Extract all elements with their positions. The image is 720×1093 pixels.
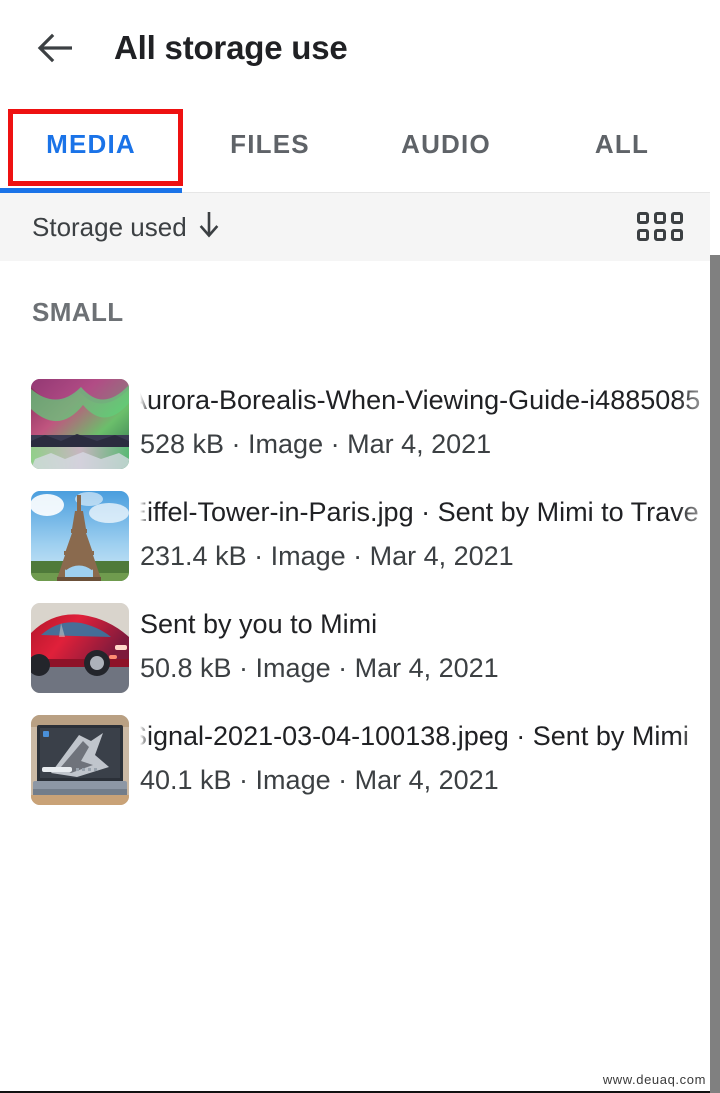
row-title-wrap: Sent by you to Mimi bbox=[140, 604, 710, 646]
back-button[interactable] bbox=[24, 16, 88, 80]
eiffel-tower-thumbnail bbox=[31, 491, 129, 581]
vertical-scrollbar[interactable] bbox=[710, 0, 720, 1093]
row-title: Signal-2021-03-04-100138.jpeg · Sent by … bbox=[140, 721, 689, 751]
grid-view-icon[interactable] bbox=[637, 209, 683, 243]
row-text: Aurora-Borealis-When-Viewing-Guide-i4885… bbox=[140, 378, 710, 470]
sort-button[interactable]: Storage used bbox=[32, 210, 219, 245]
grid-cell bbox=[654, 228, 666, 241]
grid-cell bbox=[654, 211, 666, 224]
tab-bar: MEDIA FILES AUDIO ALL bbox=[0, 96, 710, 192]
scrollbar-thumb[interactable] bbox=[710, 255, 720, 1093]
arrow-down-icon bbox=[199, 210, 219, 245]
row-title-wrap: Aurora-Borealis-When-Viewing-Guide-i4885… bbox=[140, 380, 710, 422]
row-meta: 40.1 kB · Image · Mar 4, 2021 bbox=[140, 765, 499, 795]
row-title: Eiffel-Tower-in-Paris.jpg · Sent by Mimi… bbox=[140, 497, 699, 527]
grid-cell bbox=[671, 211, 683, 224]
row-text: Eiffel-Tower-in-Paris.jpg · Sent by Mimi… bbox=[140, 490, 710, 582]
table-row[interactable]: Eiffel-Tower-in-Paris.jpg · Sent by Mimi… bbox=[0, 481, 710, 591]
table-row[interactable]: Aurora-Borealis-When-Viewing-Guide-i4885… bbox=[0, 369, 710, 479]
row-meta: 528 kB · Image · Mar 4, 2021 bbox=[140, 429, 492, 459]
tab-audio[interactable]: AUDIO bbox=[358, 96, 534, 192]
app-bar: All storage use bbox=[0, 0, 710, 96]
watermark: www.deuaq.com bbox=[602, 1072, 706, 1087]
red-car-thumbnail bbox=[31, 603, 129, 693]
row-title-wrap: Signal-2021-03-04-100138.jpeg · Sent by … bbox=[140, 716, 710, 758]
row-meta: 50.8 kB · Image · Mar 4, 2021 bbox=[140, 653, 499, 683]
page-title: All storage use bbox=[114, 29, 348, 66]
row-title-wrap: Eiffel-Tower-in-Paris.jpg · Sent by Mimi… bbox=[140, 492, 710, 534]
app-screen: All storage use MEDIA FILES AUDIO ALL St… bbox=[0, 0, 720, 1093]
table-row[interactable]: Sent by you to Mimi 50.8 kB · Image · Ma… bbox=[0, 593, 710, 703]
laptop-thumbnail bbox=[31, 715, 129, 805]
row-title: Aurora-Borealis-When-Viewing-Guide-i4885… bbox=[140, 385, 701, 415]
tab-all[interactable]: ALL bbox=[534, 96, 710, 192]
row-title: Sent by you to Mimi bbox=[140, 609, 378, 639]
table-row[interactable]: Signal-2021-03-04-100138.jpeg · Sent by … bbox=[0, 705, 710, 815]
row-text: Signal-2021-03-04-100138.jpeg · Sent by … bbox=[140, 714, 710, 806]
scrollbar-gap bbox=[710, 0, 720, 255]
arrow-left-icon bbox=[34, 26, 78, 70]
sort-label-text: Storage used bbox=[32, 211, 187, 242]
row-meta: 231.4 kB · Image · Mar 4, 2021 bbox=[140, 541, 514, 571]
grid-cell bbox=[637, 211, 649, 224]
tab-files[interactable]: FILES bbox=[182, 96, 358, 192]
tab-media[interactable]: MEDIA bbox=[0, 96, 182, 192]
section-header-small: SMALL bbox=[32, 297, 124, 327]
aurora-borealis-thumbnail bbox=[31, 379, 129, 469]
file-list: SMALL Aurora-Borealis-When-Viewing-Guide… bbox=[0, 261, 710, 1093]
title-fade-right bbox=[677, 604, 710, 646]
sort-toolbar: Storage used bbox=[0, 193, 710, 261]
grid-cell bbox=[671, 228, 683, 241]
row-text: Sent by you to Mimi 50.8 kB · Image · Ma… bbox=[140, 602, 710, 694]
grid-cell bbox=[637, 228, 649, 241]
